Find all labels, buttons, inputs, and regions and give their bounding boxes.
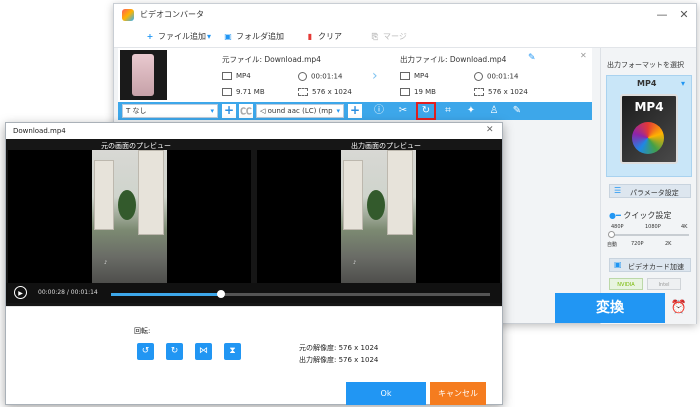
play-icon[interactable]: ▶ xyxy=(14,286,27,299)
divider xyxy=(6,306,502,307)
flip-vertical-icon: ⧗ xyxy=(229,346,236,356)
progress-fill xyxy=(111,293,221,296)
rotate-left-90-button[interactable]: ↺ xyxy=(137,343,154,360)
preview-area: 元の画面のプレビュー 出力画面のプレビュー ♪ ♪ xyxy=(6,139,502,306)
rotate-cw-icon: ↻ xyxy=(170,346,179,356)
cancel-button[interactable]: キャンセル xyxy=(430,382,486,405)
flip-horizontal-icon: ⋈ xyxy=(199,346,208,356)
dialog-title: Download.mp4 xyxy=(13,127,66,135)
original-video-frame: ♪ xyxy=(92,150,167,283)
progress-knob[interactable] xyxy=(217,290,225,298)
original-preview-pane: ♪ xyxy=(8,150,251,283)
tiktok-watermark: ♪ xyxy=(353,260,357,266)
original-resolution: 元の解像度: 576 x 1024 xyxy=(299,344,379,352)
time-display: 00:00:28 / 00:01:14 xyxy=(38,289,98,296)
rotate-label: 回転: xyxy=(134,327,151,335)
flip-vertical-button[interactable]: ⧗ xyxy=(224,343,241,360)
rotate-ccw-icon: ↺ xyxy=(141,346,150,356)
rotate-preview-dialog: Download.mp4 ✕ 元の画面のプレビュー 出力画面のプレビュー ♪ ♪… xyxy=(5,122,503,405)
output-video-frame: ♪ xyxy=(341,150,416,283)
dialog-close-icon[interactable]: ✕ xyxy=(486,125,494,135)
output-resolution: 出力解像度: 576 x 1024 xyxy=(299,356,379,364)
ok-button[interactable]: Ok xyxy=(346,382,426,405)
flip-horizontal-button[interactable]: ⋈ xyxy=(195,343,212,360)
rotate-right-90-button[interactable]: ↻ xyxy=(166,343,183,360)
tiktok-watermark: ♪ xyxy=(104,260,108,266)
output-preview-pane: ♪ xyxy=(257,150,500,283)
